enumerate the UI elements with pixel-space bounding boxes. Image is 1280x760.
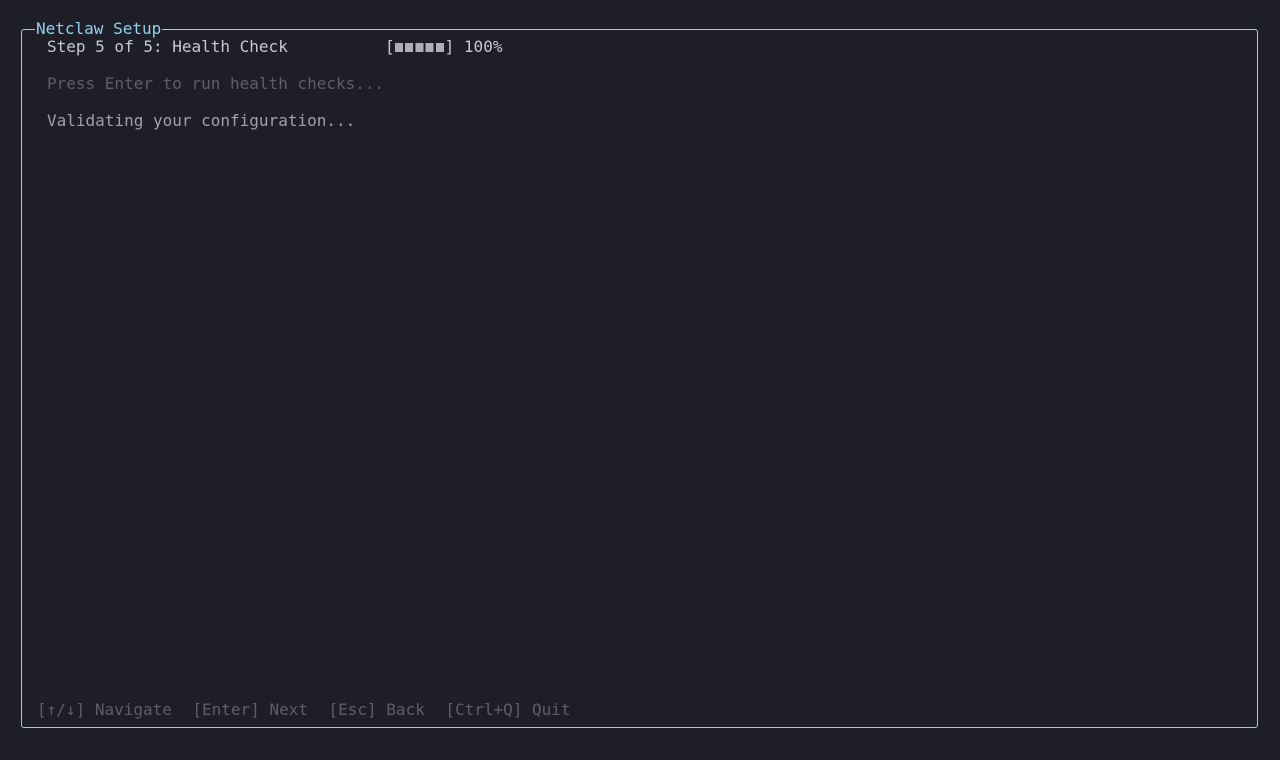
step-header: Step 5 of 5: Health Check [ ] 100% bbox=[47, 38, 502, 56]
setup-window: Netclaw Setup Step 5 of 5: Health Check … bbox=[21, 20, 1258, 728]
hint-back[interactable]: [Esc] Back bbox=[328, 701, 424, 719]
hint-quit[interactable]: [Ctrl+Q] Quit bbox=[445, 701, 570, 719]
hint-navigate[interactable]: [↑/↓] Navigate bbox=[37, 701, 172, 719]
hint-next[interactable]: [Enter] Next bbox=[192, 701, 308, 719]
step-label: Step 5 of 5: Health Check bbox=[47, 37, 288, 56]
status-message: Validating your configuration... bbox=[47, 111, 356, 130]
window-title: Netclaw Setup bbox=[35, 19, 163, 38]
progress-percent: 100% bbox=[463, 37, 503, 56]
progress-bracket-close: ] bbox=[444, 37, 455, 56]
keybinding-footer: [↑/↓] Navigate [Enter] Next [Esc] Back [… bbox=[37, 701, 571, 719]
progress-indicator: [ ] 100% bbox=[385, 38, 502, 56]
progress-bar bbox=[394, 43, 445, 52]
progress-bracket-open: [ bbox=[385, 37, 395, 56]
run-prompt[interactable]: Press Enter to run health checks... bbox=[47, 75, 384, 93]
